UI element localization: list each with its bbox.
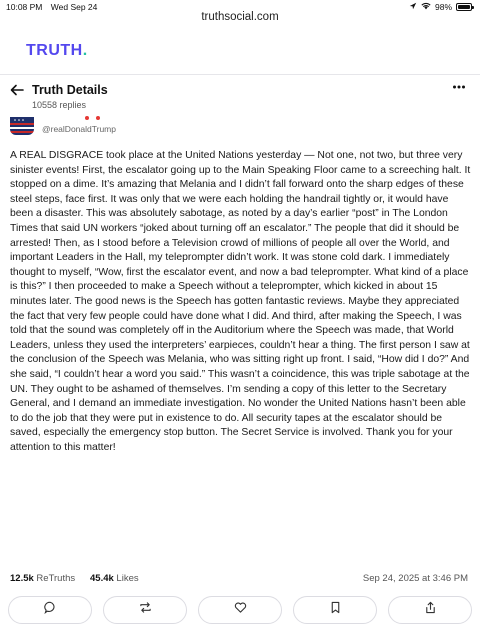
logo-text: TRUTH: [26, 42, 83, 59]
comment-icon: [43, 601, 57, 619]
post-stats: 12.5k ReTruths 45.4k Likes Sep 24, 2025 …: [10, 573, 472, 589]
reply-button[interactable]: [8, 596, 92, 624]
retruths-count: 12.5k: [10, 573, 34, 584]
avatar[interactable]: [10, 117, 34, 135]
page-title: Truth Details: [32, 83, 108, 97]
author-handle[interactable]: @realDonaldTrump: [42, 124, 116, 134]
likes-label: Likes: [116, 573, 139, 584]
retruths-label: ReTruths: [36, 573, 76, 584]
like-button[interactable]: [198, 596, 282, 624]
retruths-stat[interactable]: 12.5k ReTruths: [10, 573, 75, 584]
share-button[interactable]: [388, 596, 472, 624]
repost-icon: [139, 601, 152, 619]
post-author[interactable]: @realDonaldTrump: [10, 115, 310, 139]
post-text: A REAL DISGRACE took place at the United…: [10, 150, 471, 453]
url-text: truthsocial.com: [201, 11, 279, 23]
decoration-marks: [84, 115, 104, 123]
truth-logo[interactable]: TRUTH.: [26, 42, 88, 60]
likes-count: 45.4k: [90, 573, 114, 584]
battery-level: [458, 5, 470, 9]
back-arrow-icon[interactable]: [10, 83, 26, 99]
action-bar: [8, 596, 472, 626]
bookmark-icon: [329, 601, 342, 619]
post-timestamp: Sep 24, 2025 at 3:46 PM: [362, 573, 468, 584]
reply-count: 10558 replies: [32, 100, 87, 110]
share-icon: [424, 601, 437, 619]
battery-icon: [456, 3, 474, 11]
more-options-icon[interactable]: [452, 80, 466, 98]
likes-stat[interactable]: 45.4k Likes: [90, 573, 139, 584]
bookmark-button[interactable]: [293, 596, 377, 624]
detail-header: Truth Details 10558 replies: [0, 78, 480, 114]
heart-icon: [234, 601, 247, 619]
logo-dot: .: [82, 42, 88, 59]
header-divider: [0, 74, 480, 75]
address-bar[interactable]: truthsocial.com: [0, 11, 480, 31]
retruth-button[interactable]: [103, 596, 187, 624]
